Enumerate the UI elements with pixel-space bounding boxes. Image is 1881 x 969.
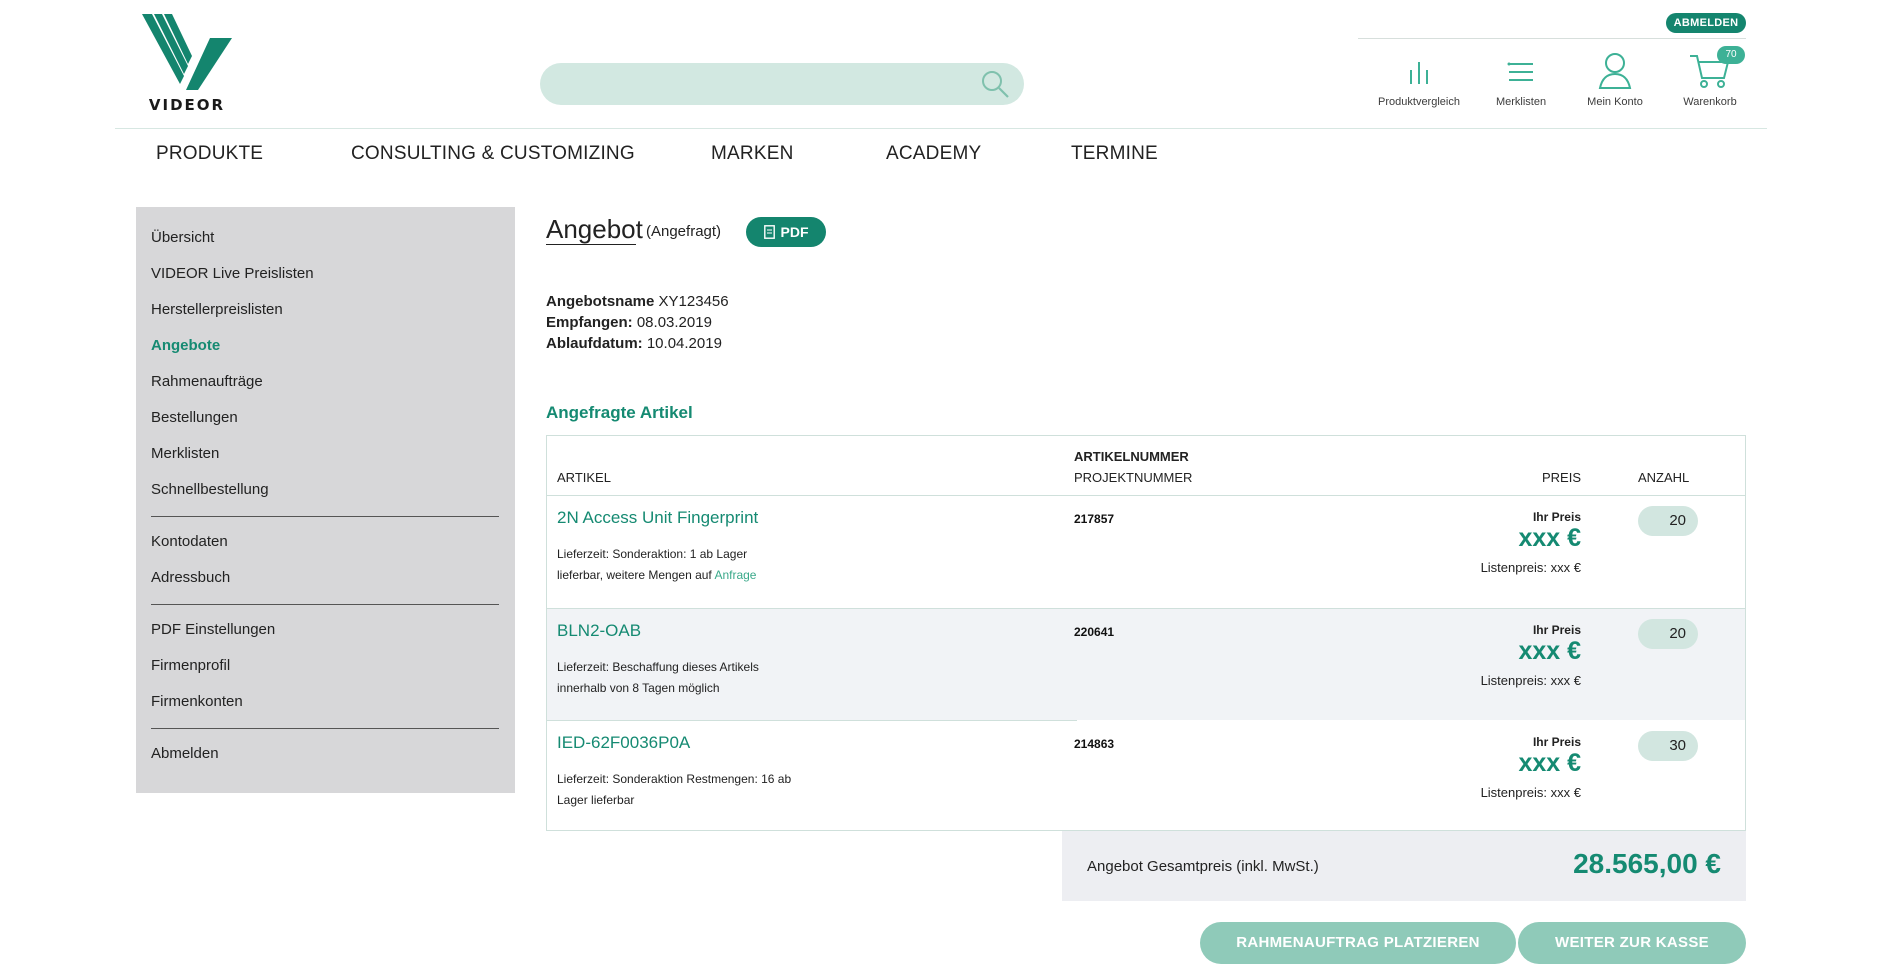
total-summary: Angebot Gesamtpreis (inkl. MwSt.) 28.565…	[1062, 831, 1746, 901]
meta-offer-name: Angebotsname XY123456	[546, 293, 729, 310]
divider	[1358, 38, 1746, 39]
total-value: 28.565,00 €	[1573, 848, 1721, 879]
price-label: Ihr Preis	[1532, 735, 1581, 749]
header-divider	[115, 128, 1767, 129]
delivery-line: Lieferzeit: Sonderaktion: 1 ab Lager	[557, 547, 748, 561]
account-label: Mein Konto	[1587, 96, 1643, 108]
logout-button[interactable]: ABMELDEN	[1666, 13, 1746, 33]
delivery-line: Lieferzeit: Sonderaktion Restmengen: 16 …	[557, 772, 792, 786]
quantity-field[interactable]: 30	[1638, 731, 1698, 761]
request-link[interactable]: Anfrage	[714, 568, 756, 582]
article-link[interactable]: 2N Access Unit Fingerprint	[557, 508, 758, 528]
sidebar-item-herstellerpreislisten[interactable]: Herstellerpreislisten	[151, 301, 283, 318]
nav-item-academy[interactable]: ACADEMY	[886, 143, 981, 165]
title-underline	[546, 244, 636, 245]
place-frame-order-button[interactable]: RAHMENAUFTRAG PLATZIEREN	[1200, 922, 1516, 964]
header-preis: PREIS	[1541, 470, 1581, 485]
sidebar-item-adressbuch[interactable]: Adressbuch	[151, 569, 230, 586]
sidebar-divider	[151, 728, 499, 729]
meta-label: Ablaufdatum:	[546, 335, 643, 352]
search-icon[interactable]	[980, 69, 1010, 99]
header-projektnummer: PROJEKTNUMMER	[1074, 470, 1193, 485]
table-row: IED-62F0036P0A Lieferzeit: Sonderaktion …	[547, 721, 1745, 830]
user-icon	[1598, 53, 1632, 89]
checkout-button[interactable]: WEITER ZUR KASSE	[1518, 922, 1746, 964]
price-value: xxx €	[1518, 524, 1581, 552]
logo-mark-icon	[142, 14, 232, 90]
account-button[interactable]: Mein Konto	[1560, 50, 1670, 108]
list-icon	[1507, 62, 1533, 81]
sidebar-divider	[151, 516, 499, 517]
sidebar-item-kontodaten[interactable]: Kontodaten	[151, 533, 228, 550]
delivery-line: Lager lieferbar	[557, 793, 635, 807]
cart-label: Warenkorb	[1683, 96, 1737, 108]
offer-status: (Angefragt)	[646, 223, 722, 240]
list-price: Listenpreis: xxx €	[1480, 785, 1581, 800]
sidebar-item-live-preislisten[interactable]: VIDEOR Live Preislisten	[151, 265, 314, 282]
header-anzahl: ANZAHL	[1638, 470, 1690, 485]
videor-logo[interactable]: VIDEOR	[140, 14, 234, 114]
meta-expiry: Ablaufdatum: 10.04.2019	[546, 335, 722, 352]
compare-icon	[1410, 62, 1428, 84]
sidebar-item-merklisten[interactable]: Merklisten	[151, 445, 219, 462]
sidebar-item-uebersicht[interactable]: Übersicht	[151, 229, 214, 246]
sidebar-item-pdf-einstellungen[interactable]: PDF Einstellungen	[151, 621, 275, 638]
price-value: xxx €	[1518, 749, 1581, 777]
article-number: 217857	[1074, 512, 1115, 526]
header-artikel: ARTIKEL	[557, 470, 611, 485]
page-title: Angebot	[546, 214, 643, 244]
article-delivery: Lieferzeit: Beschaffung dieses Artikels …	[557, 657, 837, 699]
sidebar-item-bestellungen[interactable]: Bestellungen	[151, 409, 238, 426]
sidebar-item-abmelden[interactable]: Abmelden	[151, 745, 219, 762]
article-link[interactable]: BLN2-OAB	[557, 621, 641, 641]
quantity-field[interactable]: 20	[1638, 619, 1698, 649]
price-value: xxx €	[1518, 637, 1581, 665]
pdf-label: PDF	[780, 224, 809, 240]
compare-label: Produktvergleich	[1378, 96, 1460, 108]
logo-wordmark: VIDEOR	[148, 96, 226, 114]
delivery-line: lieferbar, weitere Mengen auf	[557, 568, 715, 582]
sidebar-item-firmenprofil[interactable]: Firmenprofil	[151, 657, 230, 674]
pdf-button[interactable]: PDF	[746, 217, 826, 247]
sidebar-divider	[151, 604, 499, 605]
account-sidebar: Übersicht VIDEOR Live Preislisten Herste…	[136, 207, 515, 793]
article-link[interactable]: IED-62F0036P0A	[557, 733, 690, 753]
meta-label: Empfangen:	[546, 314, 633, 331]
meta-value: 10.04.2019	[646, 335, 722, 352]
section-title: Angefragte Artikel	[546, 403, 693, 422]
header-artikelnummer: ARTIKELNUMMER	[1074, 449, 1189, 464]
nav-item-termine[interactable]: TERMINE	[1071, 143, 1158, 165]
article-number: 214863	[1074, 737, 1115, 751]
sidebar-item-rahmenauftraege[interactable]: Rahmenaufträge	[151, 373, 263, 390]
article-delivery: Lieferzeit: Sonderaktion Restmengen: 16 …	[557, 769, 837, 811]
meta-value: 08.03.2019	[636, 314, 712, 331]
nav-item-marken[interactable]: MARKEN	[711, 143, 794, 165]
article-number: 220641	[1074, 625, 1115, 639]
sidebar-item-firmenkonten[interactable]: Firmenkonten	[151, 693, 243, 710]
meta-label: Angebotsname	[546, 293, 655, 310]
table-row: 2N Access Unit Fingerprint Lieferzeit: S…	[547, 496, 1745, 608]
meta-value: XY123456	[658, 293, 729, 310]
meta-received: Empfangen: 08.03.2019	[546, 314, 712, 331]
search-input[interactable]	[540, 63, 1024, 105]
list-price: Listenpreis: xxx €	[1480, 560, 1581, 575]
document-icon	[763, 225, 775, 239]
items-table: ARTIKEL ARTIKELNUMMER PROJEKTNUMMER PREI…	[546, 435, 1746, 831]
price-label: Ihr Preis	[1532, 510, 1581, 524]
list-price: Listenpreis: xxx €	[1480, 673, 1581, 688]
nav-item-produkte[interactable]: PRODUKTE	[156, 143, 263, 165]
total-label: Angebot Gesamtpreis (inkl. MwSt.)	[1087, 858, 1319, 875]
sidebar-item-angebote[interactable]: Angebote	[151, 337, 220, 354]
quantity-field[interactable]: 20	[1638, 506, 1698, 536]
compare-button[interactable]: Produktvergleich	[1364, 50, 1474, 108]
delivery-line: innerhalb von 8 Tagen möglich	[557, 681, 720, 695]
table-row: BLN2-OAB Lieferzeit: Beschaffung dieses …	[547, 609, 1745, 720]
price-label: Ihr Preis	[1532, 623, 1581, 637]
cart-count-badge: 70	[1717, 46, 1745, 64]
cart-button[interactable]: Warenkorb	[1655, 50, 1765, 108]
sidebar-item-schnellbestellung[interactable]: Schnellbestellung	[151, 481, 269, 498]
delivery-line: Lieferzeit: Beschaffung dieses Artikels	[557, 660, 759, 674]
article-delivery: Lieferzeit: Sonderaktion: 1 ab Lager lie…	[557, 544, 837, 586]
nav-item-consulting[interactable]: CONSULTING & CUSTOMIZING	[351, 143, 635, 165]
